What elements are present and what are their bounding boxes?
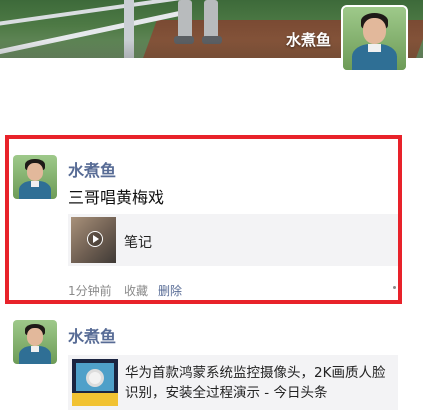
highlight-box: [5, 135, 402, 304]
post-author[interactable]: 水煮鱼: [68, 323, 116, 347]
link-title: 华为首款鸿蒙系统监控摄像头，2K画质人脸识别，安装全过程演示 - 今日头条: [125, 365, 386, 401]
avatar[interactable]: [13, 320, 57, 364]
camera-icon: [86, 369, 104, 387]
link-thumbnail: [72, 359, 118, 406]
profile-name: 水煮鱼: [285, 31, 331, 49]
profile-avatar[interactable]: [341, 5, 408, 72]
link-card[interactable]: 华为首款鸿蒙系统监控摄像头，2K画质人脸识别，安装全过程演示 - 今日头条: [68, 355, 398, 410]
